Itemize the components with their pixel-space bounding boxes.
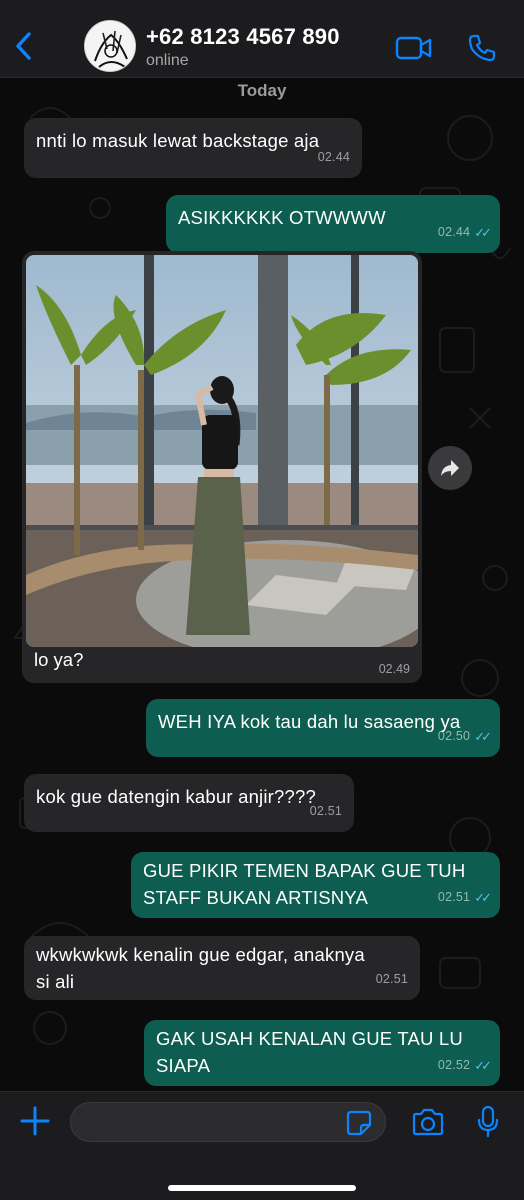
message-time: 02.50 bbox=[437, 729, 471, 743]
message-time: 02.51 bbox=[375, 972, 408, 986]
message-bubble-outgoing[interactable]: GAK USAH KENALAN GUE TAU LU SIAPA 02.52 ✓… bbox=[144, 1020, 500, 1086]
message-status: 02.52 ✓✓ bbox=[437, 1052, 492, 1079]
message-bubble-outgoing[interactable]: ASIKKKKKK OTWWWW 02.44 ✓✓ bbox=[166, 195, 500, 253]
message-text: ASIKKKKKK OTWWWW bbox=[178, 207, 386, 228]
contact-name[interactable]: +62 8123 4567 890 bbox=[146, 24, 340, 50]
chevron-left-icon bbox=[16, 32, 31, 60]
message-status: 02.50 ✓✓ bbox=[437, 723, 492, 750]
date-separator: Today bbox=[237, 81, 287, 100]
message-text-line: GUE PIKIR TEMEN BAPAK GUE TUH bbox=[143, 860, 466, 881]
message-text: nnti lo masuk lewat backstage aja bbox=[36, 130, 320, 151]
read-receipt-icon: ✓✓ bbox=[474, 729, 492, 744]
message-bubble-incoming[interactable]: nnti lo masuk lewat backstage aja 02.44 bbox=[24, 118, 362, 178]
video-call-button[interactable] bbox=[394, 28, 434, 68]
message-text: kok gue datengin kabur anjir???? bbox=[36, 786, 316, 807]
message-text-line: si ali bbox=[36, 971, 75, 992]
video-call-icon bbox=[395, 36, 432, 60]
message-status: 02.44 ✓✓ bbox=[437, 219, 492, 246]
read-receipt-icon: ✓✓ bbox=[474, 890, 492, 905]
phone-call-icon bbox=[468, 34, 496, 62]
message-text-line: STAFF BUKAN ARTISNYA bbox=[143, 887, 369, 908]
chat-header: +62 8123 4567 890 online bbox=[0, 0, 524, 78]
plus-icon bbox=[20, 1106, 50, 1136]
message-input[interactable] bbox=[70, 1102, 386, 1142]
message-list[interactable]: Today nnti lo masuk lewat backstage aja … bbox=[0, 78, 524, 1091]
message-photo[interactable] bbox=[26, 255, 418, 647]
camera-button[interactable] bbox=[408, 1104, 448, 1140]
message-bubble-outgoing[interactable]: GUE PIKIR TEMEN BAPAK GUE TUH STAFF BUKA… bbox=[131, 852, 500, 918]
sticker-button[interactable] bbox=[345, 1109, 373, 1137]
forward-icon bbox=[441, 460, 459, 476]
image-message-bubble[interactable]: lo ya? 02.49 bbox=[22, 251, 422, 683]
image-caption: lo ya? bbox=[34, 649, 84, 670]
forward-button[interactable] bbox=[428, 446, 472, 490]
microphone-button[interactable] bbox=[470, 1102, 506, 1142]
read-receipt-icon: ✓✓ bbox=[474, 225, 492, 240]
contact-status: online bbox=[146, 52, 189, 69]
microphone-icon bbox=[477, 1105, 499, 1138]
back-button[interactable] bbox=[8, 26, 38, 66]
attach-button[interactable] bbox=[16, 1102, 54, 1140]
message-time: 02.51 bbox=[437, 890, 471, 904]
read-receipt-icon: ✓✓ bbox=[474, 1058, 492, 1073]
message-bubble-incoming[interactable]: wkwkwkwk kenalin gue edgar, anaknya si a… bbox=[24, 936, 420, 1000]
message-bubble-incoming[interactable]: kok gue datengin kabur anjir???? 02.51 bbox=[24, 774, 354, 832]
message-time: 02.44 bbox=[437, 225, 471, 239]
camera-icon bbox=[412, 1108, 444, 1136]
sticker-icon bbox=[346, 1110, 372, 1136]
message-text-line: GAK USAH KENALAN GUE TAU LU bbox=[156, 1028, 463, 1049]
message-bubble-outgoing[interactable]: WEH IYA kok tau dah lu sasaeng ya 02.50 ✓… bbox=[146, 699, 500, 757]
home-indicator bbox=[168, 1185, 356, 1191]
message-time: 02.49 bbox=[378, 662, 410, 676]
compose-bar bbox=[0, 1091, 524, 1200]
message-text: WEH IYA kok tau dah lu sasaeng ya bbox=[158, 711, 461, 732]
voice-call-button[interactable] bbox=[462, 28, 502, 68]
message-time: 02.51 bbox=[309, 804, 342, 818]
message-time: 02.52 bbox=[437, 1058, 471, 1072]
message-text-line: wkwkwkwk kenalin gue edgar, anaknya bbox=[36, 944, 365, 965]
avatar[interactable] bbox=[84, 20, 136, 72]
message-status: 02.51 ✓✓ bbox=[437, 884, 492, 911]
message-time: 02.44 bbox=[317, 150, 350, 164]
